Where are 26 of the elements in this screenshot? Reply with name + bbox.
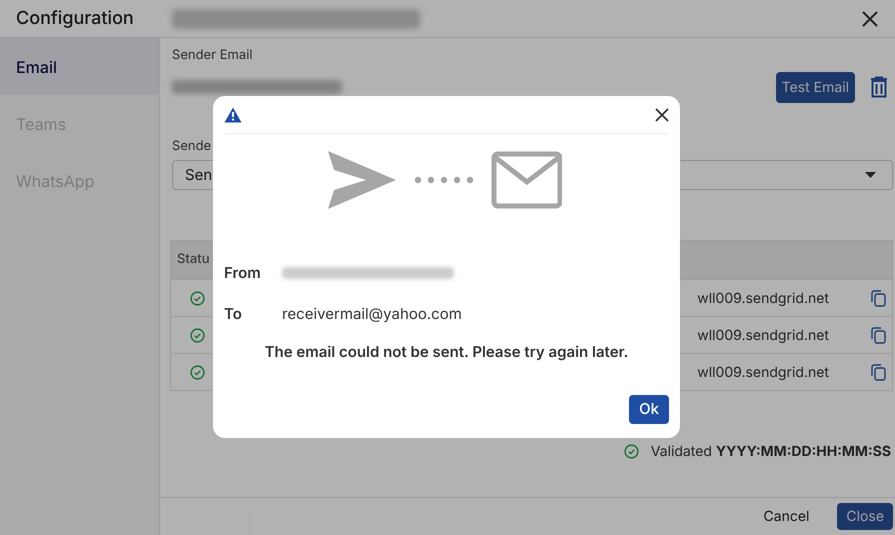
column-header: Statu: [177, 250, 210, 270]
ok-button[interactable]: Ok: [629, 394, 669, 424]
copy-icon[interactable]: [871, 326, 886, 344]
validation-text: Validated YYYY:MM:DD:HH:MM:SS: [650, 442, 891, 462]
warning-icon: [224, 106, 242, 122]
close-icon[interactable]: [861, 10, 879, 28]
close-button[interactable]: Close: [837, 503, 893, 530]
field-label: Sender Email: [172, 46, 254, 65]
table-cell-text: wll009.sendgrid.net: [697, 326, 829, 346]
table-cell-text: wll009.sendgrid.net: [697, 362, 829, 382]
to-address: receivermail@yahoo.com: [282, 302, 462, 324]
field-label: Sende: [172, 136, 212, 156]
select-value: Sen: [185, 164, 214, 186]
trash-icon[interactable]: [870, 76, 888, 98]
sidebar-item[interactable]: Email: [0, 38, 159, 95]
copy-icon[interactable]: [871, 364, 886, 380]
test-email-button[interactable]: Test Email: [776, 72, 855, 102]
from-label: From: [224, 262, 262, 284]
copy-icon[interactable]: [871, 290, 886, 306]
table-cell-text: wll009.sendgrid.net: [697, 288, 829, 308]
caret-icon: [865, 172, 876, 178]
error-message: The email could not be sent. Please try again later.: [264, 341, 630, 363]
to-label: To: [224, 302, 243, 324]
close-icon[interactable]: [655, 108, 669, 122]
window-title: Configuration: [16, 7, 135, 31]
cancel-button[interactable]: Cancel: [750, 503, 824, 530]
